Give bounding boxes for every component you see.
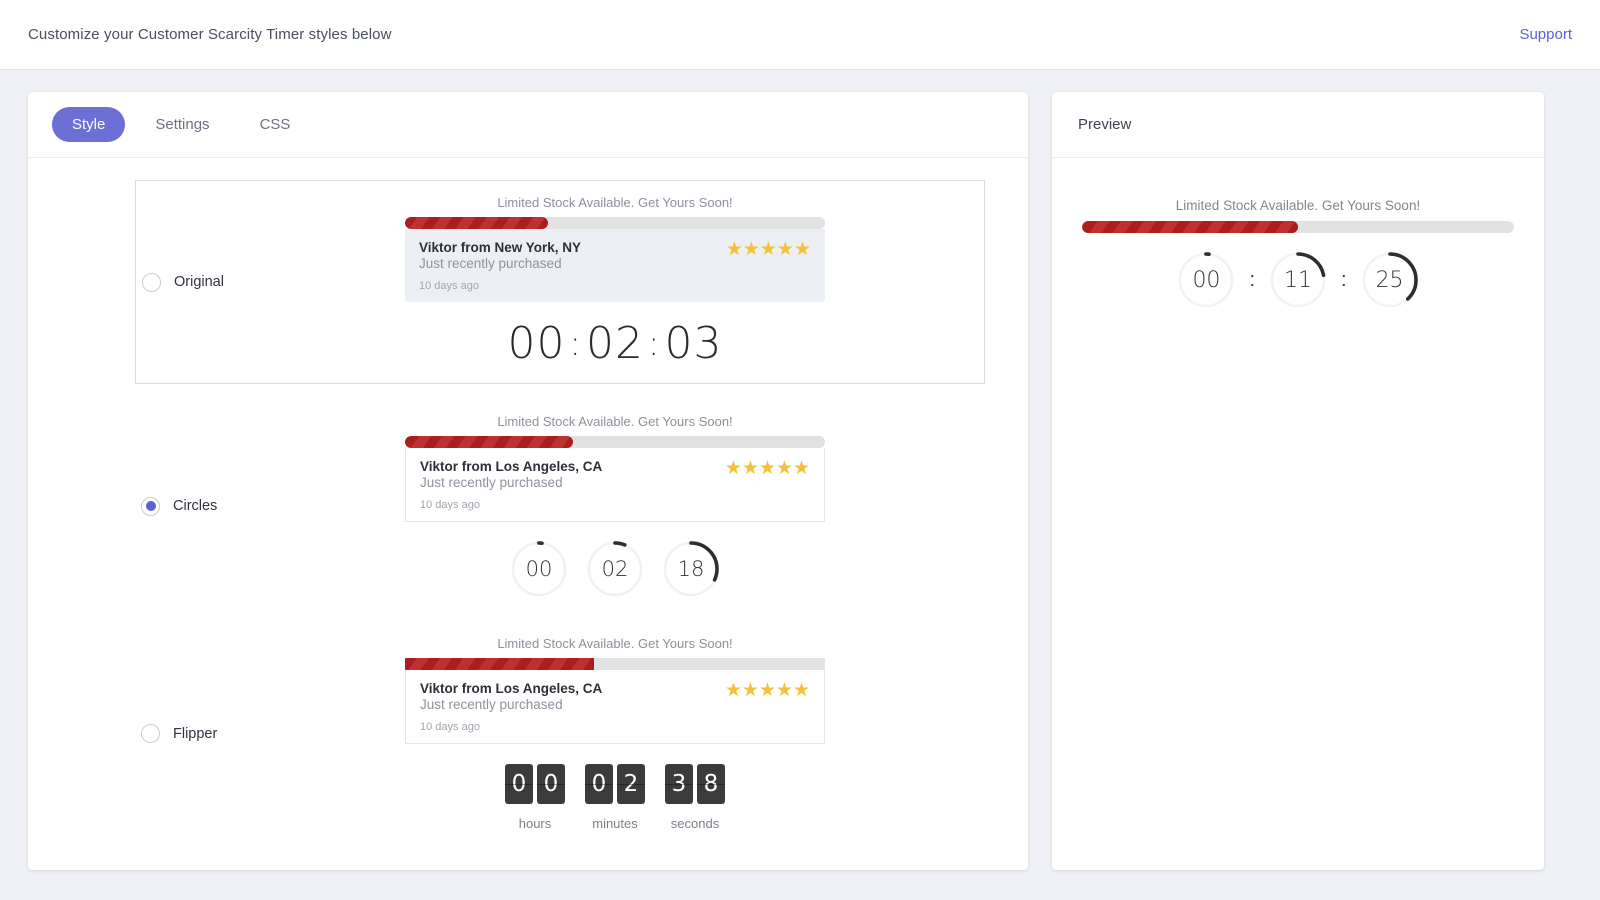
widget-preview-circles: Limited Stock Available. Get Yours Soon!… (245, 414, 985, 598)
preview-value-minutes: 11 (1284, 267, 1312, 293)
progress-bar-circles (405, 436, 825, 448)
radio-flipper[interactable] (141, 724, 160, 743)
flip-label-seconds: seconds (670, 816, 720, 831)
notification-subtitle-flipper: Just recently purchased (420, 697, 563, 712)
progress-bar-flipper (405, 658, 825, 670)
notification-name-circles: Viktor from Los Angeles, CA (420, 459, 603, 474)
notification-timeago-flipper: 10 days ago (420, 721, 480, 733)
progress-fill-circles (405, 436, 573, 448)
notification-timeago-circles: 10 days ago (420, 499, 480, 511)
preview-circle-minutes: 11 (1269, 251, 1327, 309)
notification-subtitle-original: Just recently purchased (419, 256, 562, 271)
radio-circles[interactable] (141, 496, 160, 516)
widget-preview-flipper: Limited Stock Available. Get Yours Soon!… (245, 636, 985, 831)
preview-caption: Limited Stock Available. Get Yours Soon! (1175, 198, 1421, 213)
progress-wrap-flipper (405, 658, 825, 670)
tab-css[interactable]: CSS (240, 107, 311, 142)
circle-hours-circles: 00 (510, 540, 568, 598)
flip-digit-seconds-2: 8 (697, 764, 725, 804)
flip-digit-seconds-1: 3 (665, 764, 693, 804)
flip-digit-minutes-2: 2 (617, 764, 645, 804)
flip-label-hours: hours (518, 816, 552, 831)
preview-title: Preview (1078, 116, 1132, 133)
tab-settings[interactable]: Settings (135, 107, 229, 142)
notification-card-circles: Viktor from Los Angeles, CA Just recentl… (405, 448, 825, 522)
tab-style[interactable]: Style (52, 107, 126, 142)
tab-bar: Style Settings CSS (28, 92, 1028, 158)
flip-group-seconds: 3 8 seconds (665, 764, 725, 831)
support-link[interactable]: Support (1519, 26, 1572, 43)
scarcity-caption-flipper: Limited Stock Available. Get Yours Soon! (497, 636, 733, 651)
preview-progress-wrap (1082, 221, 1514, 233)
scarcity-caption-circles: Limited Stock Available. Get Yours Soon! (497, 414, 733, 429)
style-options-list: Original Limited Stock Available. Get Yo… (28, 158, 1028, 843)
style-option-circles[interactable]: Circles Limited Stock Available. Get You… (135, 402, 985, 610)
star-rating-circles: ★★★★★ (724, 458, 810, 479)
style-option-original[interactable]: Original Limited Stock Available. Get Yo… (135, 180, 985, 384)
radio-label-circles: Circles (173, 498, 218, 514)
circle-value-seconds-circles: 18 (677, 557, 705, 581)
progress-fill-flipper (405, 658, 594, 670)
notification-subtitle-circles: Just recently purchased (420, 475, 563, 490)
flip-group-minutes: 0 2 minutes (585, 764, 645, 831)
radio-label-flipper: Flipper (173, 725, 218, 742)
countdown-minutes-original: 02 (586, 318, 644, 369)
preview-progress-bar (1082, 221, 1514, 233)
radio-label-original: Original (174, 274, 224, 290)
notification-name-original: Viktor from New York, NY (419, 240, 582, 255)
style-panel: Style Settings CSS Original Limited Stoc… (28, 92, 1028, 870)
notification-timeago-original: 10 days ago (419, 280, 479, 292)
star-rating-original: ★★★★★ (725, 239, 811, 260)
widget-preview-original: Limited Stock Available. Get Yours Soon!… (246, 195, 984, 369)
notification-card-original: Viktor from New York, NY Just recently p… (405, 229, 825, 302)
countdown-circles: 00 02 18 (510, 540, 720, 598)
notification-name-flipper: Viktor from Los Angeles, CA (420, 681, 603, 696)
style-option-flipper[interactable]: Flipper Limited Stock Available. Get You… (135, 624, 985, 843)
flip-digit-minutes-1: 0 (585, 764, 613, 804)
flip-digit-hours-2: 0 (537, 764, 565, 804)
radio-cell-circles[interactable]: Circles (135, 496, 245, 516)
circle-value-minutes-circles: 02 (601, 557, 629, 581)
countdown-original: 00:02:03 (508, 318, 723, 369)
countdown-flipper: 0 0 hours 0 2 minutes 3 8 seconds (505, 764, 725, 831)
scarcity-caption-original: Limited Stock Available. Get Yours Soon! (497, 195, 733, 210)
star-rating-flipper: ★★★★★ (724, 680, 810, 701)
flip-label-minutes: minutes (592, 816, 638, 831)
preview-body: Limited Stock Available. Get Yours Soon!… (1052, 158, 1544, 309)
progress-bar-original (405, 217, 825, 229)
page-title: Customize your Customer Scarcity Timer s… (28, 26, 392, 43)
radio-cell-original[interactable]: Original (136, 272, 246, 292)
countdown-separator-2-original: : (648, 324, 661, 364)
flip-group-hours: 0 0 hours (505, 764, 565, 831)
countdown-hours-original: 00 (507, 318, 566, 369)
preview-separator-2: : (1341, 268, 1347, 291)
radio-cell-flipper[interactable]: Flipper (135, 724, 245, 743)
preview-header: Preview (1052, 92, 1544, 158)
preview-value-hours: 00 (1192, 267, 1221, 293)
preview-countdown: 00 : 11 : 25 (1177, 251, 1418, 309)
notification-card-flipper: Viktor from Los Angeles, CA Just recentl… (405, 670, 825, 744)
preview-progress-fill (1082, 221, 1298, 233)
countdown-seconds-original: 03 (664, 318, 723, 369)
preview-circle-hours: 00 (1177, 251, 1235, 309)
preview-circle-seconds: 25 (1361, 251, 1419, 309)
preview-separator-1: : (1249, 268, 1255, 291)
preview-value-seconds: 25 (1375, 267, 1404, 293)
circle-value-hours-circles: 00 (525, 557, 553, 581)
progress-fill-original (405, 217, 548, 229)
flip-digit-hours-1: 0 (505, 764, 533, 804)
progress-wrap-original (405, 217, 825, 229)
preview-panel: Preview Limited Stock Available. Get You… (1052, 92, 1544, 870)
circle-seconds-circles: 18 (662, 540, 720, 598)
workspace: Style Settings CSS Original Limited Stoc… (0, 70, 1600, 900)
top-bar: Customize your Customer Scarcity Timer s… (0, 0, 1600, 70)
countdown-separator-1-original: : (569, 324, 582, 364)
progress-wrap-circles (405, 436, 825, 448)
radio-original[interactable] (142, 272, 161, 292)
circle-minutes-circles: 02 (586, 540, 644, 598)
